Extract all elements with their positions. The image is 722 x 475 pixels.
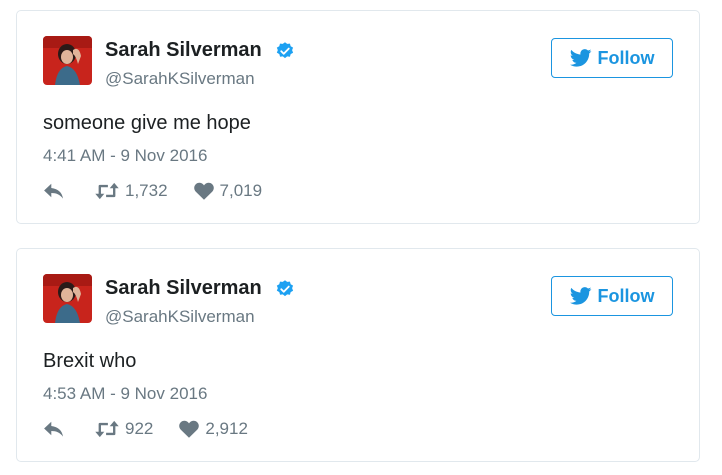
retweet-icon <box>95 420 119 438</box>
like-button[interactable]: 7,019 <box>193 181 263 201</box>
like-count: 7,019 <box>219 181 263 200</box>
reply-icon <box>44 183 63 199</box>
follow-label: Follow <box>597 285 655 306</box>
reply-icon <box>44 421 63 437</box>
reply-button[interactable] <box>43 420 65 438</box>
tweet-timestamp[interactable]: 4:41 AM - 9 Nov 2016 <box>43 146 207 166</box>
twitter-bird-icon <box>569 49 591 67</box>
tweet-card[interactable]: Sarah Silverman @SarahKSilverman Follow … <box>16 10 700 224</box>
verified-badge-icon <box>276 42 294 59</box>
retweet-button[interactable]: 1,732 <box>95 181 168 201</box>
verified-badge-icon <box>276 280 294 297</box>
reply-button[interactable] <box>43 182 65 200</box>
avatar-photo <box>43 274 92 323</box>
avatar[interactable] <box>43 274 92 323</box>
tweet-text: someone give me hope <box>43 112 251 134</box>
tweet-actions: 1,732 7,019 <box>43 179 262 203</box>
heart-icon <box>193 182 214 200</box>
heart-icon <box>179 420 200 438</box>
author-name[interactable]: Sarah Silverman <box>105 277 262 300</box>
retweet-button[interactable]: 922 <box>95 419 153 439</box>
like-count: 2,912 <box>205 419 248 438</box>
avatar[interactable] <box>43 36 92 85</box>
avatar-photo <box>43 36 92 85</box>
follow-button[interactable]: Follow <box>551 276 673 316</box>
author-handle[interactable]: @SarahKSilverman <box>105 307 255 327</box>
author-handle[interactable]: @SarahKSilverman <box>105 69 255 89</box>
retweet-count: 1,732 <box>125 181 168 200</box>
like-button[interactable]: 2,912 <box>179 419 248 439</box>
follow-button[interactable]: Follow <box>551 38 673 78</box>
tweet-timestamp[interactable]: 4:53 AM - 9 Nov 2016 <box>43 384 207 404</box>
author-name[interactable]: Sarah Silverman <box>105 39 262 62</box>
tweet-actions: 922 2,912 <box>43 417 248 441</box>
retweet-icon <box>95 182 119 200</box>
retweet-count: 922 <box>125 419 154 438</box>
tweet-card[interactable]: Sarah Silverman @SarahKSilverman Follow … <box>16 248 700 462</box>
tweet-text: Brexit who <box>43 350 137 372</box>
follow-label: Follow <box>597 47 655 68</box>
twitter-bird-icon <box>569 287 591 305</box>
